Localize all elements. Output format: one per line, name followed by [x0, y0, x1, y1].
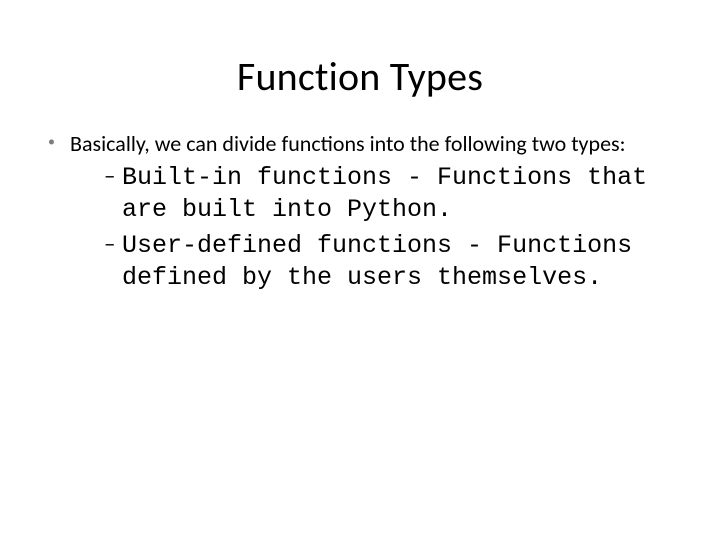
dash-glyph: –: [104, 162, 115, 191]
bullet-glyph: •: [48, 133, 55, 151]
sub-bullet-text: User-defined functions - Functions defin…: [122, 231, 632, 292]
slide: Function Types • Basically, we can divid…: [0, 0, 720, 540]
sub-bullet: – Built-in functions - Functions that ar…: [104, 162, 672, 226]
bullet-text: Basically, we can divide functions into …: [70, 130, 626, 157]
sub-bullet-group: – Built-in functions - Functions that ar…: [48, 162, 672, 294]
slide-body: • Basically, we can divide functions int…: [48, 130, 672, 294]
bullet-level-1: • Basically, we can divide functions int…: [48, 130, 672, 158]
dash-glyph: –: [104, 230, 115, 259]
slide-title: Function Types: [0, 52, 720, 101]
sub-bullet: – User-defined functions - Functions def…: [104, 230, 672, 294]
sub-bullet-text: Built-in functions - Functions that are …: [122, 163, 647, 224]
